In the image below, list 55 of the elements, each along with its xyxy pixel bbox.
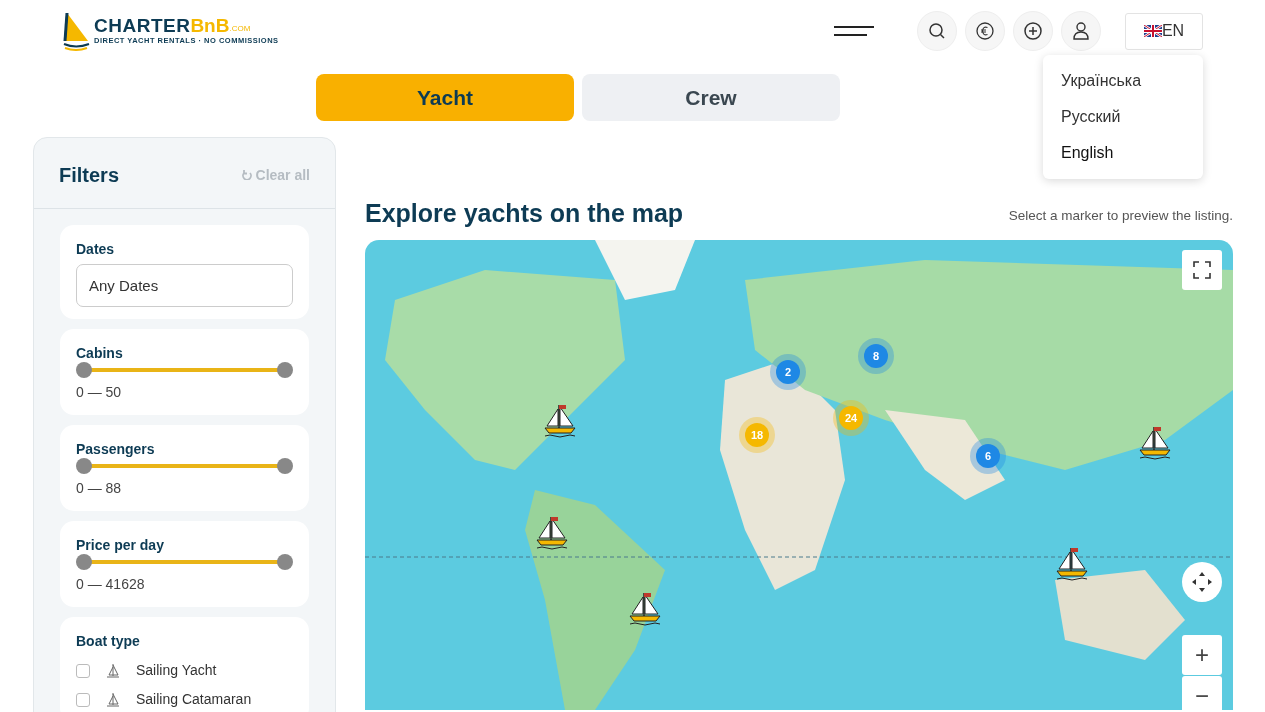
plus-icon — [1024, 22, 1042, 40]
logo-domain: .COM — [229, 23, 251, 35]
search-button[interactable] — [917, 11, 957, 51]
hint-text: Select a marker to preview the listing. — [1008, 206, 1233, 225]
flag-icon — [1143, 25, 1162, 37]
euro-button[interactable] — [965, 11, 1005, 51]
zoom-in-button[interactable]: + — [1182, 635, 1222, 675]
fullscreen-icon — [1193, 261, 1211, 279]
sailboat-icon — [106, 691, 120, 708]
option-label: Sailing Catamaran — [136, 690, 252, 709]
slider-thumb[interactable] — [76, 362, 92, 378]
plus-button[interactable] — [1013, 11, 1053, 51]
filter-label: Cabins — [76, 344, 124, 363]
checkbox[interactable] — [76, 692, 90, 707]
move-icon — [1191, 571, 1213, 593]
range-value: 0 — 50 — [76, 383, 123, 402]
filter-label: Boat type — [76, 632, 141, 651]
user-button[interactable] — [1061, 11, 1101, 51]
tab[interactable]: Crew — [582, 74, 840, 121]
user-icon — [1072, 22, 1090, 40]
date-field[interactable]: Any Dates — [76, 264, 293, 307]
sailboat-icon — [106, 662, 120, 679]
panel-title: Filters — [59, 163, 120, 188]
range-value: 0 — 88 — [76, 479, 123, 498]
filter-label: Dates — [76, 240, 116, 259]
sailboat-marker-icon[interactable] — [542, 402, 578, 438]
filter-label: Passengers — [76, 440, 156, 459]
slider-thumb[interactable] — [277, 458, 293, 474]
filter-label: Price per day — [76, 536, 165, 555]
sailboat-logo-icon — [62, 11, 90, 51]
reset-icon — [241, 170, 252, 180]
search-icon — [928, 22, 946, 40]
language-option[interactable]: English — [1043, 135, 1203, 171]
option-label: Sailing Yacht — [136, 661, 217, 680]
menu-icon[interactable] — [833, 24, 875, 38]
logo-text: CHARTER — [94, 15, 191, 35]
sailboat-marker-icon[interactable] — [1137, 424, 1173, 460]
slider-thumb[interactable] — [76, 554, 92, 570]
fullscreen-button[interactable] — [1182, 250, 1222, 290]
logo-text: BnB — [190, 15, 230, 35]
range-value: 0 — 41628 — [76, 575, 146, 594]
slider-thumb[interactable] — [76, 458, 92, 474]
section-title: Explore yachts on the map — [365, 201, 684, 226]
sailboat-marker-icon[interactable] — [1054, 545, 1090, 581]
slider-thumb[interactable] — [277, 362, 293, 378]
tab[interactable]: Yacht — [316, 74, 574, 121]
language-option[interactable]: Русский — [1043, 99, 1203, 135]
sailboat-marker-icon[interactable] — [534, 514, 570, 550]
language-option[interactable]: Українська — [1043, 63, 1203, 99]
slider-thumb[interactable] — [277, 554, 293, 570]
zoom-out-button[interactable]: − — [1182, 676, 1222, 710]
language-button[interactable]: EN — [1125, 12, 1203, 50]
sailboat-marker-icon[interactable] — [627, 590, 663, 626]
euro-icon — [976, 22, 994, 40]
checkbox[interactable] — [76, 663, 90, 678]
